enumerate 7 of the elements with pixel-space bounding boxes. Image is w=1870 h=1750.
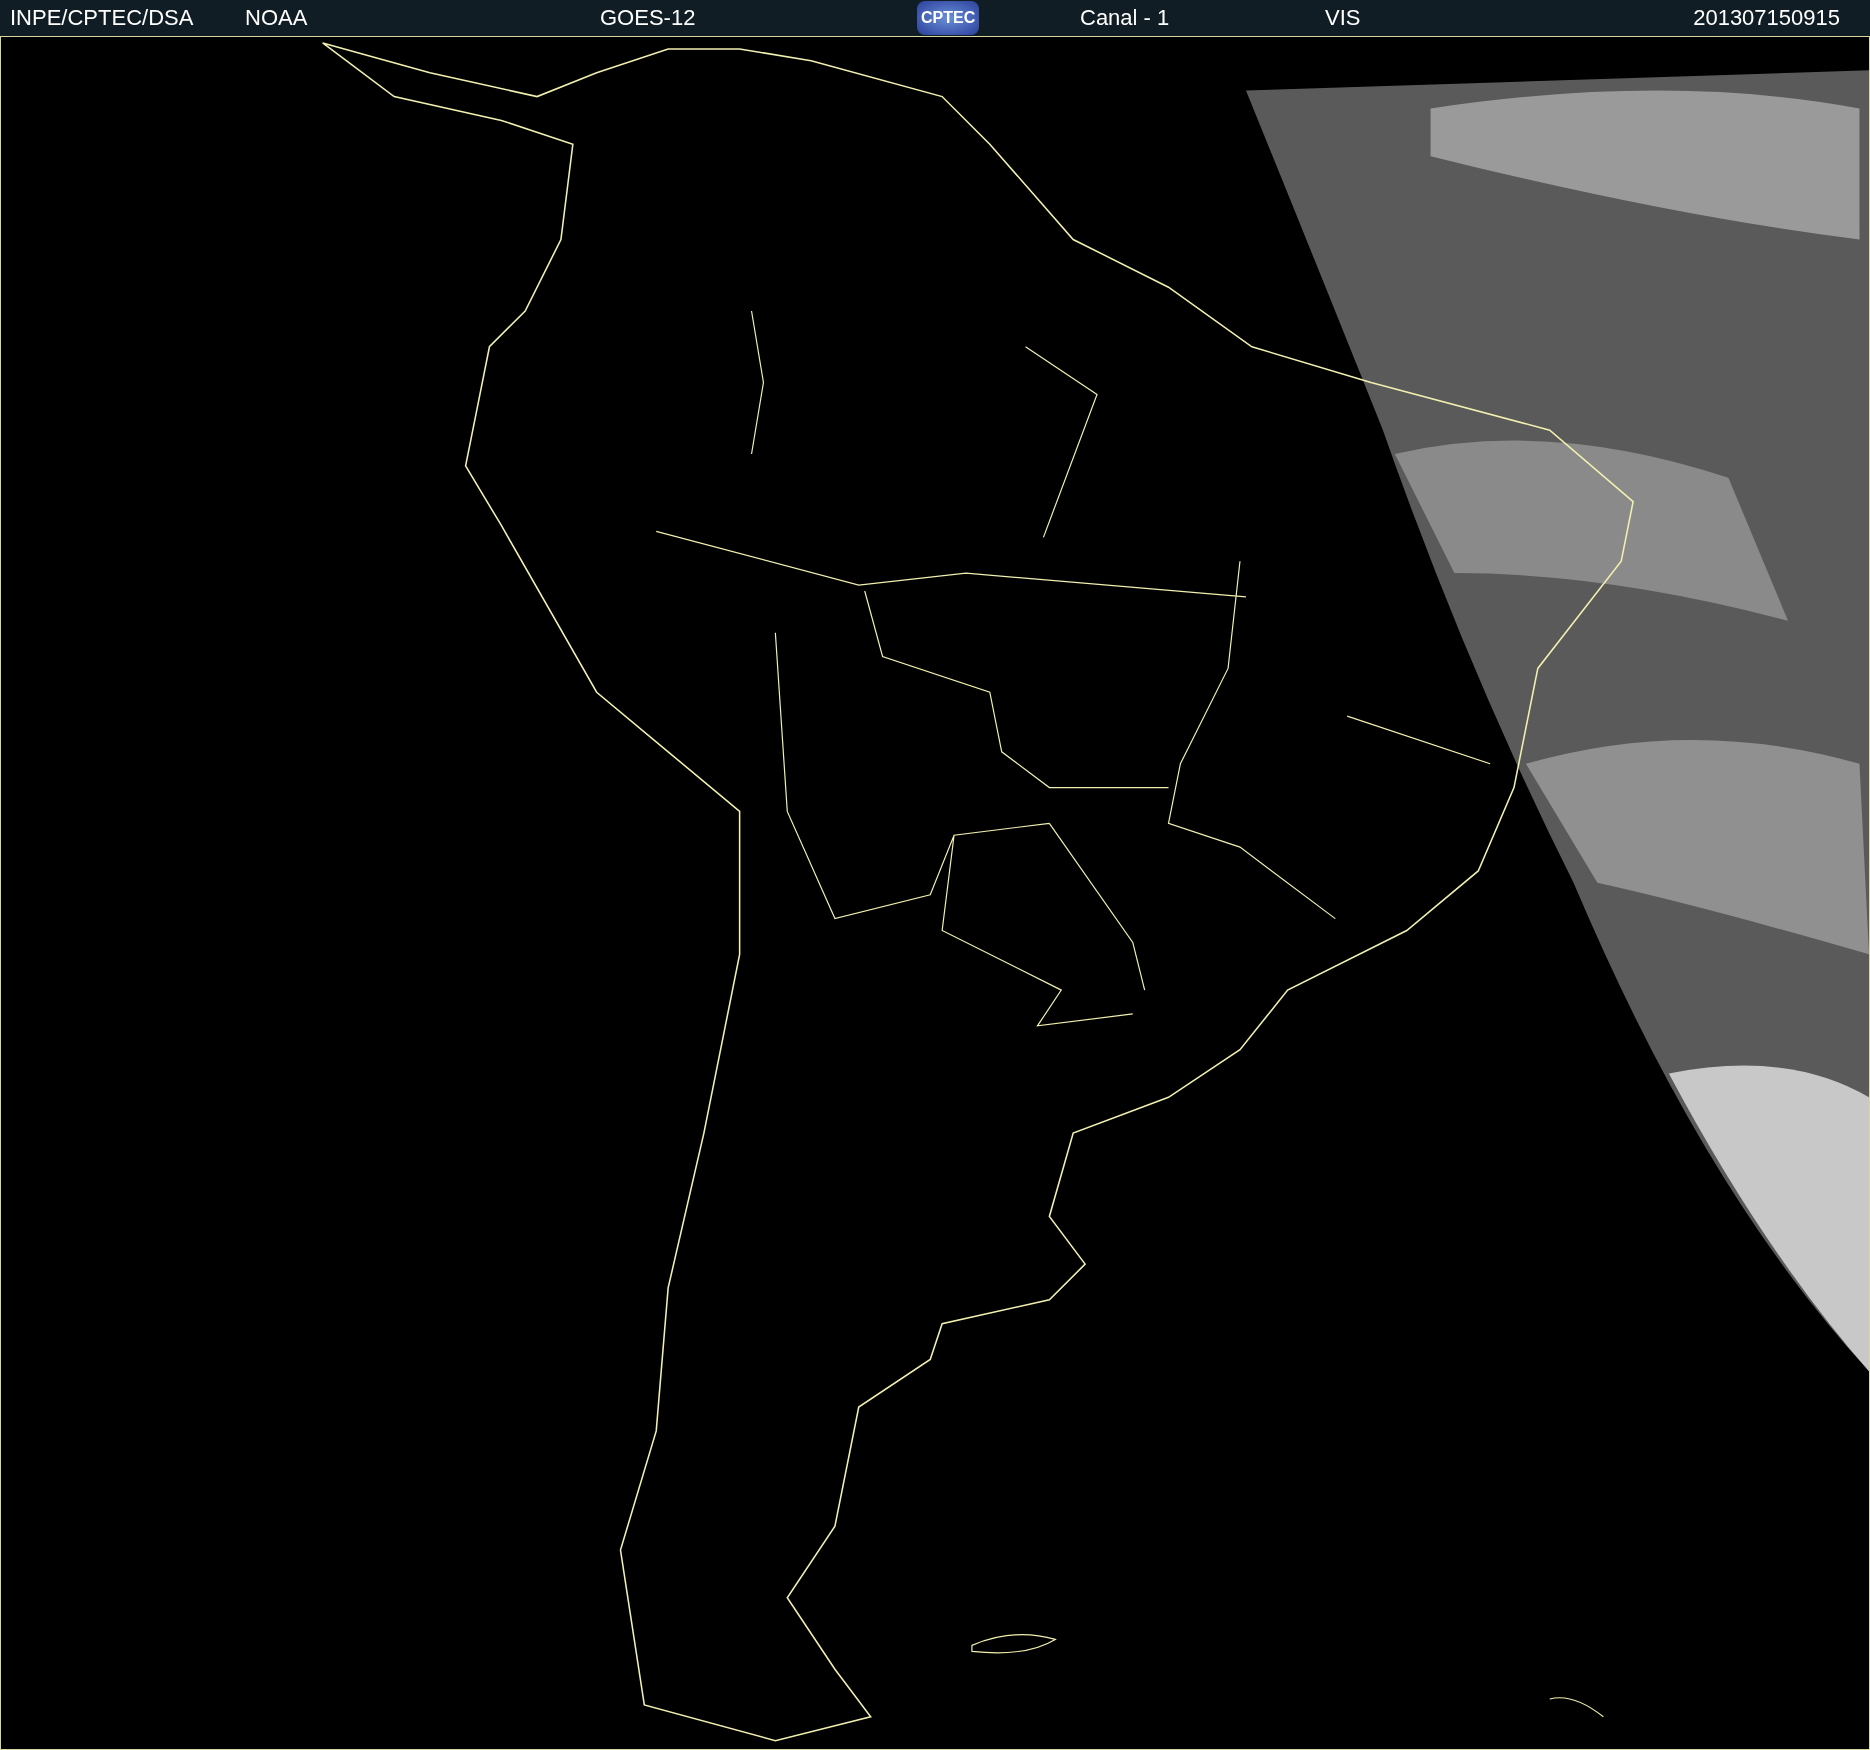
header-label: INPE/CPTEC/DSA [10,5,194,31]
header-label: VIS [1325,5,1361,31]
header-label: NOAA [245,5,308,31]
logo: CPTEC [917,1,980,35]
header-label: GOES-12 [600,5,696,31]
header-label: 201307150915 [1693,5,1840,31]
header-label: Canal - 1 [1080,5,1170,31]
